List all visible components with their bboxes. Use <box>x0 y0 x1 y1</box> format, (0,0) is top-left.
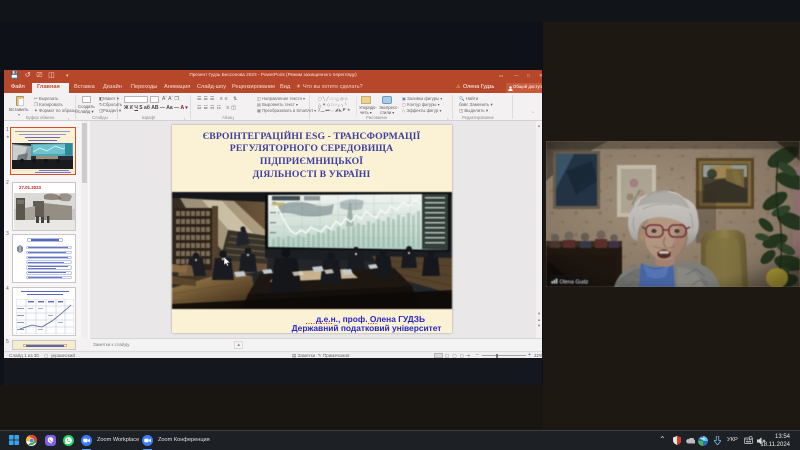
svg-text:Olena Gudz: Olena Gudz <box>560 280 589 286</box>
